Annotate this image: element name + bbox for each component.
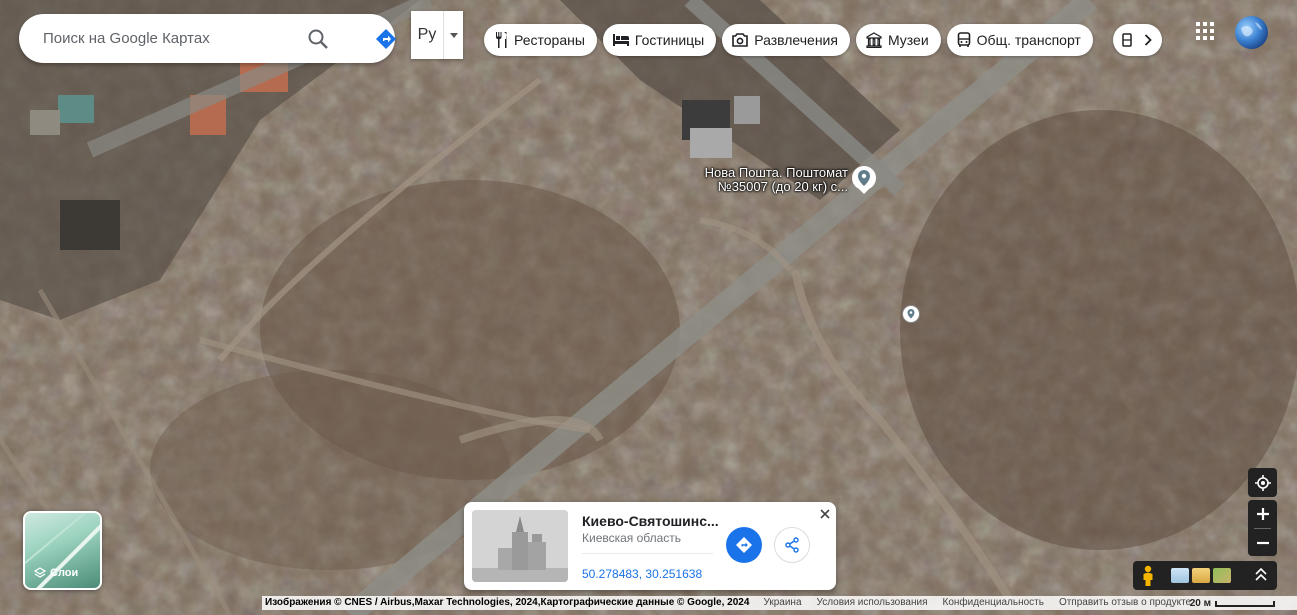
minus-icon [1256, 541, 1269, 545]
language-label: Ру [411, 11, 444, 59]
category-chips: Рестораны Гостиницы Развлечения Музеи Об… [484, 24, 1093, 56]
chip-restaurants[interactable]: Рестораны [484, 24, 597, 56]
directions-icon [736, 537, 752, 553]
zoom-out-button[interactable] [1248, 529, 1277, 557]
card-directions-button[interactable] [726, 527, 762, 563]
apps-grid-icon[interactable] [1196, 22, 1218, 44]
footer-country-link[interactable]: Украина [763, 596, 801, 610]
museum-icon [866, 32, 882, 48]
partial-chip-icon [1122, 33, 1132, 47]
footer-privacy-link[interactable]: Конфиденциальность [943, 596, 1044, 610]
globe-icon [1241, 22, 1262, 37]
footer-feedback-link[interactable]: Отправить отзыв о продукте [1059, 596, 1191, 610]
place-info-card[interactable]: Киево-Святошинс... Киевская область 50.2… [464, 502, 836, 590]
share-icon [785, 537, 799, 553]
close-icon[interactable] [817, 506, 833, 522]
layers-label-row: Слои [34, 567, 78, 579]
scale-label: 20 м [1189, 598, 1211, 609]
chip-label: Развлечения [754, 32, 838, 48]
layers-icon [34, 567, 46, 578]
bottom-tools [1133, 561, 1277, 590]
chip-label: Рестораны [514, 32, 585, 48]
chip-entertainment[interactable]: Развлечения [722, 24, 850, 56]
place-title: Киево-Святошинс... [582, 513, 719, 529]
layers-label: Слои [50, 567, 79, 579]
chip-label: Гостиницы [634, 32, 705, 48]
scale-bar[interactable]: 20 м [1190, 597, 1275, 610]
map-tile-icon[interactable] [1192, 568, 1210, 583]
my-location-button[interactable] [1248, 468, 1277, 497]
plus-icon [1256, 508, 1269, 520]
place-subtitle: Киевская область [582, 531, 682, 545]
language-select[interactable]: Ру [411, 11, 463, 59]
fork-knife-icon [496, 32, 507, 48]
attribution: Изображения © CNES / Airbus,Maxar Techno… [265, 597, 750, 608]
map-pin-icon[interactable] [851, 165, 877, 200]
chips-next-button[interactable] [1113, 24, 1162, 56]
chevron-up-icon[interactable] [1255, 567, 1267, 588]
chevron-right-icon [1144, 34, 1152, 46]
zoom-controls [1248, 500, 1277, 556]
satellite-tile-icon[interactable] [1213, 568, 1231, 583]
bed-icon [612, 34, 629, 46]
chip-label: Музеи [887, 32, 929, 48]
bus-icon [957, 32, 970, 47]
search-box [19, 14, 396, 63]
layers-button[interactable]: Слои [23, 511, 102, 590]
footer-terms-link[interactable]: Условия использования [817, 596, 928, 610]
chip-hotels[interactable]: Гостиницы [602, 24, 717, 56]
scale-line [1215, 601, 1275, 607]
place-label[interactable]: Нова Пошта. Поштомат №35007 (до 20 кг) с… [680, 166, 848, 194]
place-label-line1: Нова Пошта. Поштомат [704, 165, 848, 180]
chevron-down-icon [444, 32, 463, 38]
avatar[interactable] [1235, 16, 1268, 49]
map-footer: Изображения © CNES / Airbus,Maxar Techno… [262, 596, 1297, 610]
map-marker-icon[interactable] [902, 305, 920, 328]
search-icon[interactable] [303, 24, 333, 54]
search-input[interactable] [43, 30, 293, 47]
camera-icon [732, 33, 749, 47]
crosshair-icon [1254, 474, 1271, 491]
terrain-tile-icon[interactable] [1171, 568, 1189, 583]
share-button[interactable] [774, 527, 810, 563]
chip-label: Общ. транспорт [976, 32, 1081, 48]
place-coordinates[interactable]: 50.278483, 30.251638 [582, 567, 702, 581]
place-label-line2: №35007 (до 20 кг) с... [717, 179, 848, 194]
pegman-icon[interactable] [1141, 565, 1155, 592]
zoom-in-button[interactable] [1248, 500, 1277, 528]
divider [582, 553, 713, 554]
place-thumbnail[interactable] [472, 510, 568, 582]
chip-transit[interactable]: Общ. транспорт [946, 24, 1093, 56]
directions-icon[interactable] [371, 24, 401, 54]
chip-museums[interactable]: Музеи [855, 24, 941, 56]
